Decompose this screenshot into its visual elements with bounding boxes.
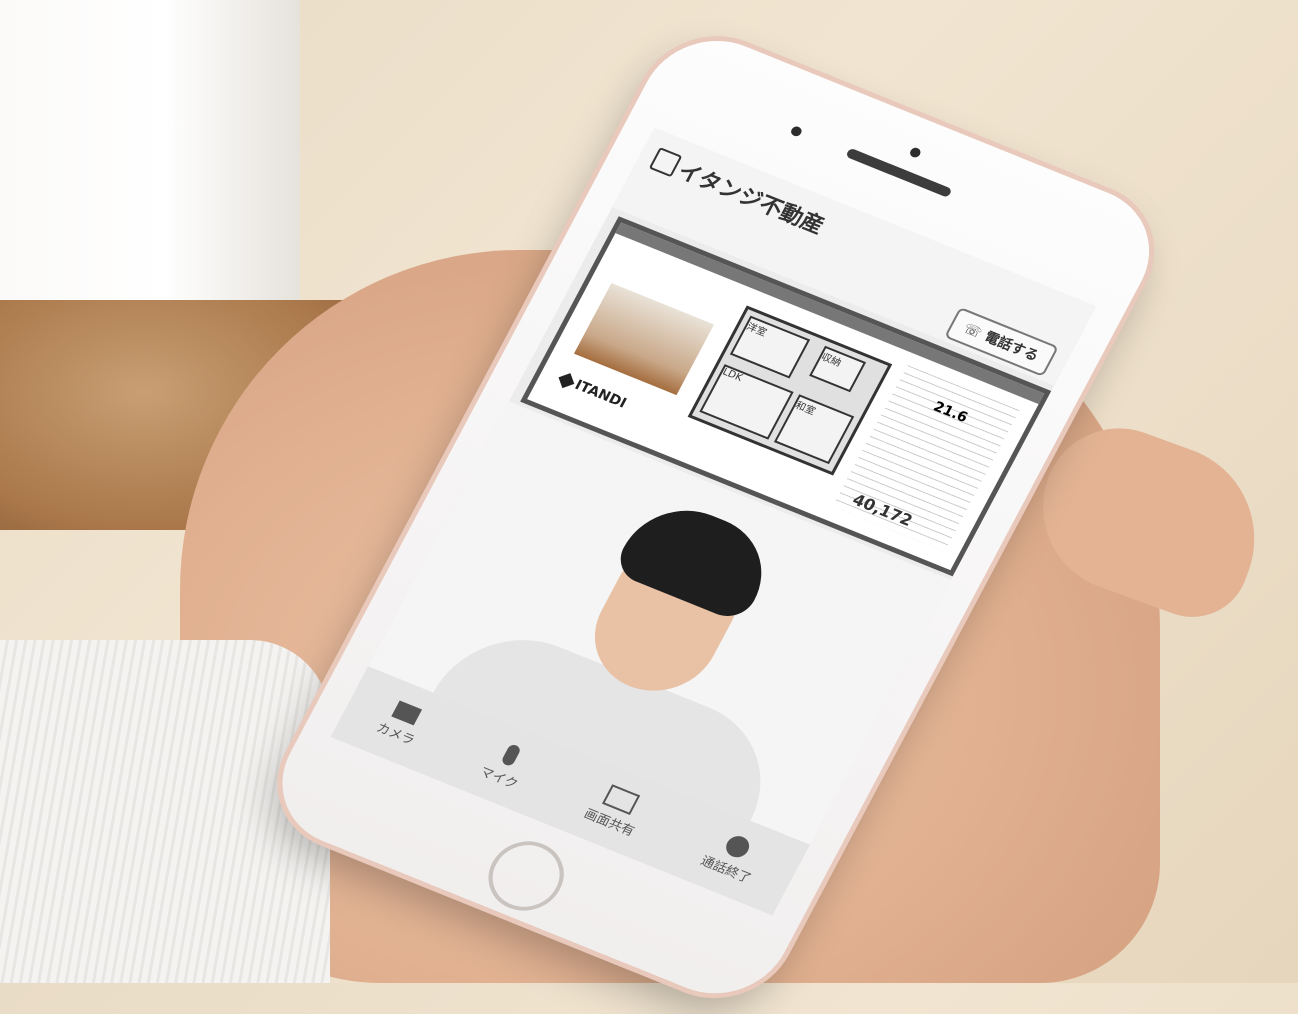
floor-plan-room: 洋室 (729, 315, 811, 379)
end-call-icon (722, 832, 754, 861)
area-value: 21.6 (930, 398, 971, 426)
floor-plan-room: 収納 (809, 345, 867, 393)
home-button[interactable] (475, 830, 577, 922)
end-call-button[interactable]: 通話終了 (698, 827, 768, 886)
mic-button[interactable]: マイク (477, 738, 534, 792)
brand: イタンジ不動産 (647, 144, 831, 240)
earpiece-speaker (845, 147, 953, 198)
mic-label: マイク (477, 764, 521, 793)
screen-share-button[interactable]: 画面共有 (581, 780, 651, 839)
sleeve (0, 640, 330, 983)
mic-icon (500, 742, 523, 767)
room-photo (573, 283, 715, 396)
camera-button[interactable]: カメラ (374, 697, 430, 748)
end-call-label: 通話終了 (698, 853, 754, 887)
call-button-label: 電話する (981, 329, 1042, 365)
brand-name: イタンジ不動産 (673, 159, 828, 240)
itandi-logo: ITANDI (557, 371, 629, 411)
floor-plan-room: LDK (699, 364, 794, 440)
logo-text: ITANDI (571, 377, 629, 412)
proximity-sensor-icon (908, 146, 923, 159)
photo-scene: イタンジ不動産 ☏ 電話する 洋室 LDK 和室 収納 ITANDI 21.6 … (0, 0, 1298, 1014)
logo-mark-icon (558, 373, 575, 389)
front-camera-icon (789, 125, 804, 138)
